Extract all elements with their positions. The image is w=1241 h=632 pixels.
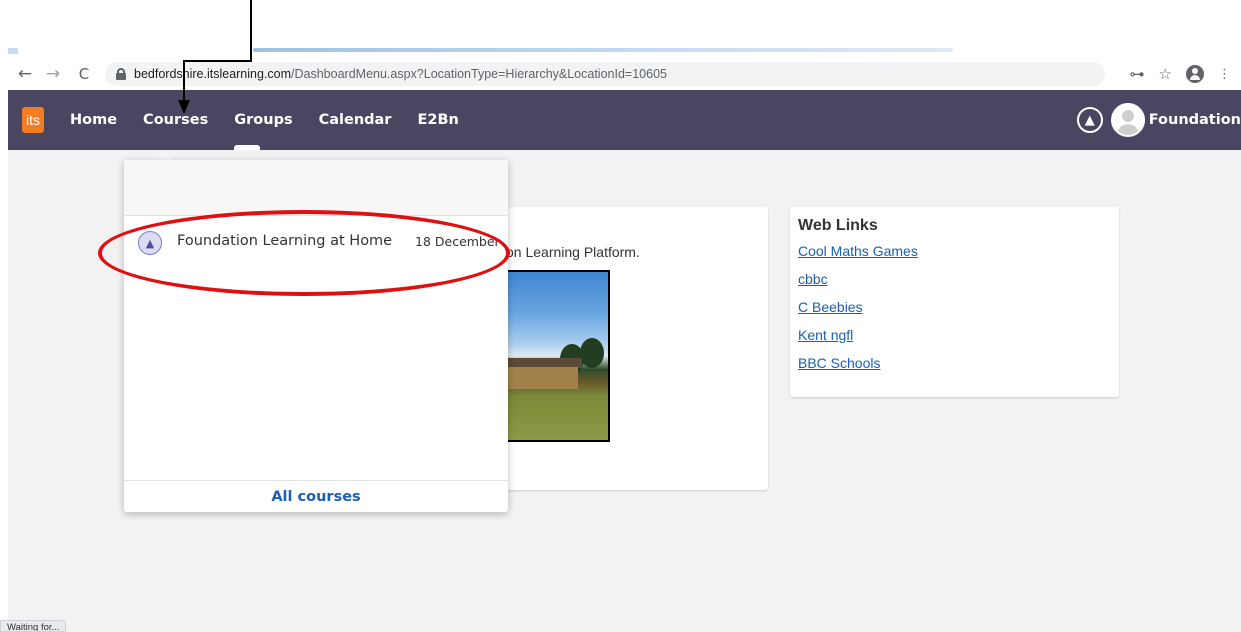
browser-status-bar: Waiting for... <box>0 620 67 632</box>
url-path: /DashboardMenu.aspx?LocationType=Hierarc… <box>291 67 667 81</box>
dropdown-footer: All courses <box>124 480 508 512</box>
annotation-arrow-line <box>250 0 252 62</box>
itslearning-logo[interactable]: its <box>22 107 44 133</box>
bookmark-star-icon[interactable]: ☆ <box>1159 65 1172 83</box>
browser-menu-icon[interactable]: ⋮ <box>1218 67 1231 82</box>
reload-icon[interactable]: C <box>73 63 95 85</box>
browser-toolbar: ← → C bedfordshire.itslearning.com/Dashb… <box>8 58 1241 90</box>
notification-bell-icon[interactable]: ▲ <box>1076 107 1103 133</box>
screenshot: ← → C bedfordshire.itslearning.com/Dashb… <box>0 0 1241 632</box>
link-bbc-schools[interactable]: BBC Schools <box>798 355 1111 371</box>
forward-arrow-icon[interactable]: → <box>42 63 64 85</box>
address-bar[interactable]: bedfordshire.itslearning.com/DashboardMe… <box>105 62 1105 86</box>
browser-profile-icon[interactable] <box>1186 65 1204 83</box>
toolbar-actions: ⊶ ☆ ⋮ <box>1130 58 1241 90</box>
tab-strip <box>8 48 1241 58</box>
key-icon[interactable]: ⊶ <box>1130 65 1145 83</box>
all-courses-link[interactable]: All courses <box>271 489 360 505</box>
link-cool-maths-games[interactable]: Cool Maths Games <box>798 243 1111 259</box>
web-links-title: Web Links <box>798 217 878 234</box>
nav-item-e2bn[interactable]: E2Bn <box>404 90 471 150</box>
annotation-arrow-line <box>183 60 252 62</box>
active-tab-sliver[interactable] <box>253 48 953 52</box>
dropdown-header <box>124 160 508 216</box>
user-area: ▲ Foundation <box>1076 90 1241 150</box>
url-text: bedfordshire.itslearning.com/DashboardMe… <box>134 67 667 81</box>
annotation-arrow-line <box>183 60 185 104</box>
school-photo <box>500 270 610 442</box>
main-menu: Home Courses Groups Calendar E2Bn <box>60 90 472 150</box>
user-name[interactable]: Foundation <box>1149 112 1241 128</box>
url-host: bedfordshire.itslearning.com <box>134 67 292 81</box>
nav-item-calendar[interactable]: Calendar <box>306 90 405 150</box>
welcome-text: on Learning Platform. <box>506 244 640 260</box>
link-cbbc[interactable]: cbbc <box>798 271 1111 287</box>
nav-item-groups[interactable]: Groups <box>221 90 305 150</box>
web-links-card: Web Links Cool Maths Games cbbc C Beebie… <box>790 207 1119 397</box>
nav-item-courses[interactable]: Courses <box>130 90 221 150</box>
annotation-arrow-head <box>178 100 190 114</box>
link-c-beebies[interactable]: C Beebies <box>798 299 1111 315</box>
highlight-ellipse-annotation <box>98 210 510 296</box>
back-arrow-icon[interactable]: ← <box>14 63 36 85</box>
nav-item-home[interactable]: Home <box>60 90 130 150</box>
link-kent-ngfl[interactable]: Kent ngfl <box>798 327 1111 343</box>
lock-icon[interactable] <box>115 68 127 80</box>
user-avatar[interactable] <box>1110 103 1145 137</box>
tab-corner <box>8 48 18 54</box>
site-navigation-bar: its Home Courses Groups Calendar E2Bn ▲ … <box>8 90 1241 150</box>
